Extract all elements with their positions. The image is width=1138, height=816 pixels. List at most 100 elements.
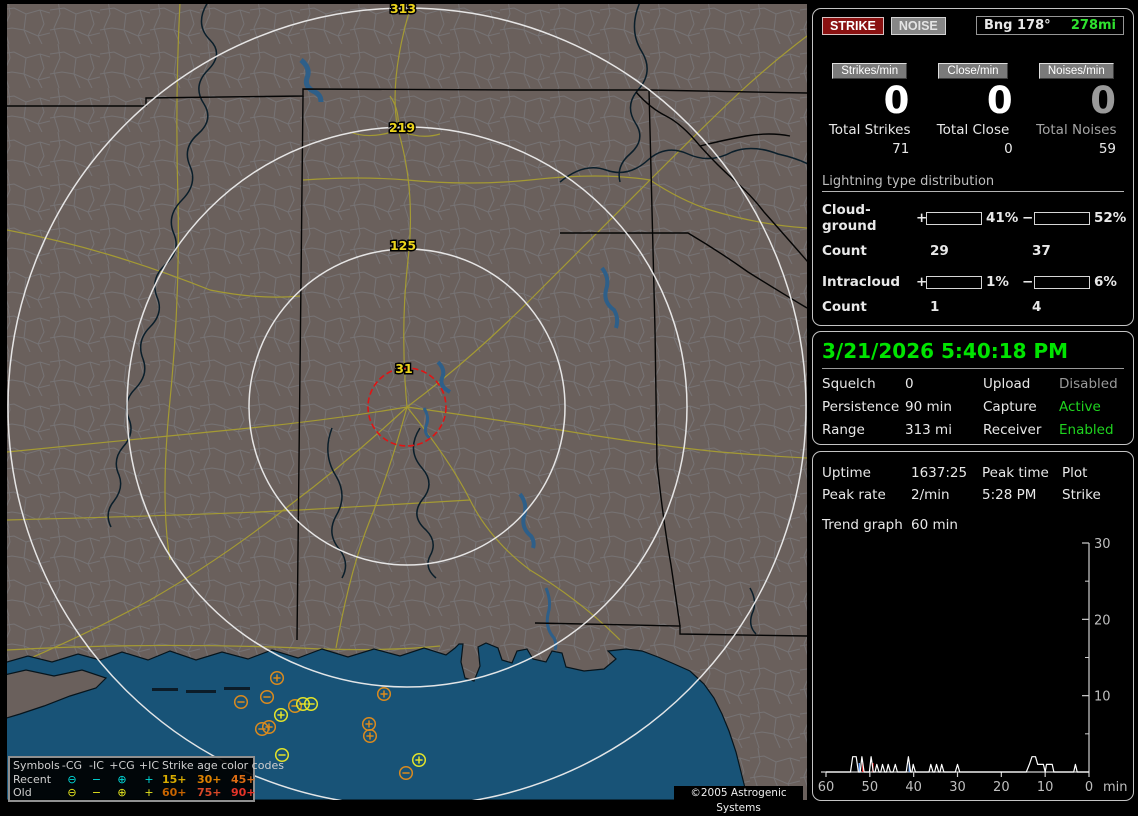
status-row: Persistence 90 min Capture Active [822, 399, 1124, 415]
strike-stats-panel: STRIKE NOISE Bng 178° 278mi Strikes/min … [812, 8, 1134, 326]
plot-label: Plot [1062, 465, 1088, 481]
range-label: Range [822, 422, 865, 438]
ring-label-313: 313 [390, 4, 416, 16]
age-15: 15+ [162, 772, 187, 786]
persistence-label: Persistence [822, 399, 900, 415]
ic-positive-count: 1 [930, 299, 940, 315]
ic-negative-bar [1034, 275, 1090, 289]
legend-col-neg-ic: -IC [89, 759, 104, 772]
legend-col-pos-cg: +CG [109, 759, 135, 772]
noises-per-min-column: Noises/min 0 Total Noises 59 [1029, 63, 1124, 157]
legend-col-neg-cg: -CG [61, 759, 83, 772]
age-45: 45+ [231, 772, 256, 786]
pos-ic-old-icon: + [144, 786, 154, 799]
neg-cg-recent-icon: ⊖ [67, 772, 77, 786]
intracloud-label: Intracloud [822, 274, 901, 290]
noises-per-min-value: 0 [1090, 79, 1116, 122]
noises-per-min-button[interactable]: Noises/min [1038, 63, 1114, 79]
x-tick-label: 10 [1037, 780, 1054, 795]
persistence-value: 90 min [905, 399, 952, 415]
ring-label-219: 219 [389, 120, 415, 135]
legend-symbols-header: Symbols [13, 759, 60, 772]
squelch-label: Squelch [822, 376, 876, 392]
close-per-min-button[interactable]: Close/min [938, 63, 1008, 79]
status-row: Range 313 mi Receiver Enabled [822, 422, 1124, 438]
peak-rate-value: 2/min [911, 487, 950, 503]
cg-negative-count: 37 [1032, 243, 1051, 259]
plus-sign: + [916, 210, 928, 226]
total-close-value: 0 [1004, 141, 1013, 157]
strikes-per-min-value: 0 [883, 79, 910, 122]
count-label: Count [822, 299, 867, 315]
capture-status: Active [1059, 399, 1101, 415]
total-strikes-label: Total Strikes [828, 122, 911, 138]
neg-ic-old-icon: − [91, 786, 102, 799]
close-per-min-column: Close/min 0 Total Close 0 [925, 63, 1020, 157]
x-tick-label: 20 [993, 780, 1010, 795]
bearing-display: Bng 178° 278mi [976, 16, 1124, 35]
peak-time-value: 5:28 PM [982, 487, 1037, 503]
x-axis-unit: min [1103, 780, 1128, 795]
x-tick-label: 0 [1085, 780, 1093, 795]
map-canvas[interactable]: 313 219 125 31 [7, 4, 807, 800]
ic-negative-count: 4 [1032, 299, 1042, 315]
y-tick-label: 20 [1094, 613, 1111, 628]
x-tick-label: 60 [818, 780, 835, 795]
uptime-row: Uptime 1637:25 Peak time Plot [822, 465, 1124, 481]
datetime-display: 3/21/2026 5:40:18 PM [822, 339, 1124, 369]
bearing-label: Bng 178° [984, 18, 1051, 33]
legend-col-pos-ic: +IC [138, 759, 160, 772]
noise-mode-button[interactable]: NOISE [890, 16, 946, 35]
upload-label: Upload [983, 376, 1031, 392]
total-noises-label: Total Noises [1036, 122, 1117, 138]
strikes-per-min-column: Strikes/min 0 Total Strikes 71 [822, 63, 917, 157]
cloud-ground-row: Cloud-ground + 41% − 52% [822, 202, 1126, 234]
range-value: 313 mi [905, 422, 952, 438]
trend-line [826, 756, 1089, 773]
peak-rate-row: Peak rate 2/min 5:28 PM Strike [822, 487, 1124, 503]
distribution-header: Lightning type distribution [822, 174, 1124, 192]
peak-rate-label: Peak rate [822, 487, 886, 503]
age-60: 60+ [162, 786, 187, 799]
intracloud-count-row: Count 1 4 [822, 299, 1124, 315]
squelch-value: 0 [905, 376, 914, 392]
cg-positive-bar [926, 211, 982, 225]
cg-positive-count: 29 [930, 243, 949, 259]
trend-graph: 60 50 40 30 20 10 0 min 10 20 30 [818, 537, 1128, 795]
x-tick-label: 40 [905, 780, 922, 795]
upload-status: Disabled [1059, 376, 1118, 392]
close-per-min-value: 0 [986, 79, 1013, 122]
copyright-text: ©2005 Astrogenic Systems [674, 786, 803, 814]
status-row: Squelch 0 Upload Disabled [822, 376, 1124, 392]
strike-mode-button[interactable]: STRIKE [822, 16, 884, 35]
strikes-per-min-button[interactable]: Strikes/min [832, 63, 908, 79]
y-tick-label: 10 [1094, 690, 1111, 705]
bearing-distance: 278mi [1070, 18, 1116, 33]
cloud-ground-label: Cloud-ground [822, 202, 877, 234]
trend-window-value: 60 min [911, 517, 958, 533]
total-close-label: Total Close [936, 122, 1010, 138]
minus-sign: − [1022, 210, 1034, 226]
trend-graph-row: Trend graph 60 min [822, 517, 1124, 533]
ic-positive-bar [926, 275, 982, 289]
trend-graph-label: Trend graph [822, 517, 903, 533]
pos-ic-recent-icon: + [144, 772, 154, 786]
total-strikes-value: 71 [892, 141, 910, 157]
pos-cg-recent-icon: ⊕ [117, 772, 127, 786]
cloud-ground-count-row: Count 29 37 [822, 243, 1124, 259]
pos-cg-old-icon: ⊕ [117, 786, 127, 799]
total-noises-value: 59 [1098, 141, 1116, 157]
intracloud-row: Intracloud + 1% − 6% [822, 274, 1124, 290]
receiver-status: Enabled [1059, 422, 1114, 438]
legend-age-header: Strike age color codes [162, 759, 284, 772]
age-30: 30+ [197, 772, 222, 786]
ring-label-125: 125 [390, 238, 416, 253]
capture-label: Capture [983, 399, 1037, 415]
ring-label-31: 31 [395, 361, 412, 376]
y-tick-label: 30 [1094, 537, 1111, 552]
plus-sign: + [916, 274, 928, 290]
peak-time-label: Peak time [982, 465, 1049, 481]
age-90: 90+ [231, 786, 256, 799]
minus-sign: − [1022, 274, 1034, 290]
ic-positive-pct: 1% [986, 274, 1009, 290]
